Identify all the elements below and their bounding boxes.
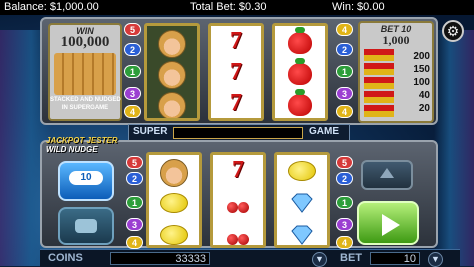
- upper-machine: WIN 100,000 STACKED AND NUDGED IN SUPERG…: [40, 17, 438, 125]
- lemon-symbol: [149, 225, 199, 245]
- bet-up-button[interactable]: [361, 160, 413, 190]
- logo-line-2: WILD NUDGE: [46, 145, 98, 154]
- line-number: 3: [126, 218, 143, 231]
- line-number: 4: [336, 23, 353, 36]
- paytable-value: 20: [418, 103, 430, 114]
- seven-symbol: 7: [230, 59, 242, 85]
- line-number: 4: [336, 105, 353, 118]
- lower-reel-2: 7: [210, 152, 266, 248]
- hand-icon: [75, 219, 97, 233]
- strawberry-symbol: [275, 89, 325, 118]
- game-label: GAME: [309, 126, 339, 137]
- super-meter: [173, 127, 303, 139]
- line-number: 4: [126, 236, 143, 249]
- line-number: 2: [336, 43, 353, 56]
- jester-symbol: [147, 61, 197, 94]
- paytable-symbols: [364, 49, 394, 119]
- stacked-text-2: IN SUPERGAME: [61, 105, 109, 111]
- line-number: 5: [124, 23, 141, 36]
- jester-symbol: [149, 159, 199, 192]
- line-number: 1: [126, 196, 143, 209]
- win-amount: 100,000: [60, 34, 110, 50]
- status-bar: Balance: $1,000.00 Total Bet: $0.30 Win:…: [0, 0, 474, 15]
- diamond-symbol: [277, 193, 327, 218]
- bet-value: 10: [370, 252, 420, 265]
- paytable-value: 200: [413, 51, 430, 62]
- line-number: 2: [126, 172, 143, 185]
- seven-symbol: 7: [230, 28, 242, 54]
- diamond-symbol: [277, 225, 327, 245]
- bet-label: BET: [340, 252, 362, 264]
- paytable-top-amount: 1,000: [382, 33, 410, 47]
- lower-reel-1: [146, 152, 202, 248]
- line-number: 3: [336, 218, 353, 231]
- win-text: Win: $0.00: [332, 1, 385, 13]
- lemon-symbol: [277, 161, 327, 186]
- spin-button[interactable]: [357, 201, 419, 245]
- bet-button[interactable]: 10: [58, 161, 114, 201]
- strawberry-symbol: [275, 58, 325, 90]
- jester-symbol: [147, 30, 197, 63]
- paytable-value: 100: [413, 77, 430, 88]
- line-number: 3: [336, 87, 353, 100]
- bet-button-value: 10: [69, 171, 103, 185]
- cherry-symbol: [213, 193, 263, 218]
- line-number: 4: [124, 105, 141, 118]
- coins-label: COINS: [48, 252, 83, 264]
- stacked-text-1: STACKED AND NUDGED: [50, 97, 121, 103]
- jester-grid-image: [54, 53, 116, 95]
- lemon-symbol: [149, 193, 199, 218]
- line-number: 1: [336, 65, 353, 78]
- coin-down-icon[interactable]: ▼: [312, 252, 327, 267]
- line-number: 2: [336, 172, 353, 185]
- paytable-value: 40: [418, 90, 430, 101]
- jester-symbol: [147, 92, 197, 118]
- line-number: 4: [336, 236, 353, 249]
- seven-symbol: 7: [232, 157, 244, 183]
- bottom-bar: COINS 33333 ▼ BET 10 ▼: [40, 249, 460, 267]
- coral-right: [434, 30, 474, 266]
- line-number: 1: [336, 196, 353, 209]
- line-number: 5: [336, 156, 353, 169]
- line-number: 1: [124, 65, 141, 78]
- bet-down-icon[interactable]: ▼: [428, 252, 443, 267]
- total-bet-text: Total Bet: $0.30: [190, 1, 267, 13]
- cherry-symbol: [213, 225, 263, 245]
- strawberry-symbol: [275, 27, 325, 59]
- seven-symbol: 7: [230, 90, 242, 116]
- balance-text: Balance: $1,000.00: [4, 1, 99, 13]
- paytable-panel: BET 10 1,000 200 150 100 40 20: [358, 21, 434, 123]
- line-number: 5: [126, 156, 143, 169]
- upper-reel-3: [272, 23, 328, 121]
- line-number: 2: [124, 43, 141, 56]
- win-info-panel: WIN 100,000 STACKED AND NUDGED IN SUPERG…: [48, 23, 122, 121]
- super-label: SUPER: [133, 126, 168, 137]
- paytable-value: 150: [413, 64, 430, 75]
- logo-line-1: JACKPOT JESTER: [46, 136, 118, 145]
- game-logo: JACKPOT JESTER WILD NUDGE: [46, 136, 124, 158]
- arrow-up-icon: [380, 168, 394, 178]
- coins-value: 33333: [110, 252, 210, 265]
- wrench-icon[interactable]: ⚙: [442, 20, 464, 42]
- upper-reel-1: [144, 23, 200, 121]
- line-number: 3: [124, 87, 141, 100]
- upper-reel-2: 7 7 7: [208, 23, 264, 121]
- autoplay-button[interactable]: [58, 207, 114, 245]
- play-triangle-icon: [382, 214, 400, 236]
- lower-reel-3: [274, 152, 330, 248]
